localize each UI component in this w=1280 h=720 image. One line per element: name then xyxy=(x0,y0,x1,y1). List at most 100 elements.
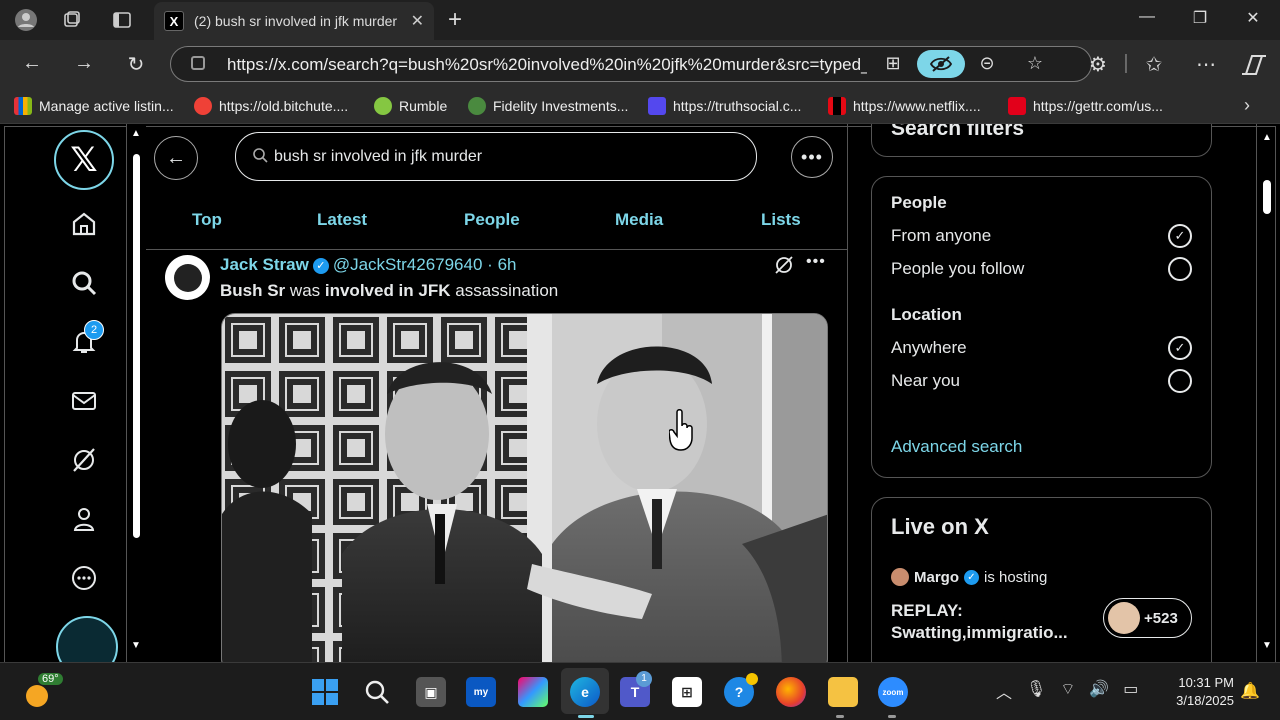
tab-active[interactable]: X (2) bush sr involved in jfk murder ✕ xyxy=(154,2,434,40)
file-explorer-icon[interactable] xyxy=(828,677,858,707)
restore-icon[interactable]: ❐ xyxy=(1185,8,1215,28)
task-view-icon[interactable]: ▣ xyxy=(416,677,446,707)
x-favicon-icon: X xyxy=(164,11,184,31)
tab-people[interactable]: People xyxy=(464,210,520,230)
extensions-icon[interactable]: ⚙ xyxy=(1084,52,1112,77)
post-button[interactable] xyxy=(56,616,118,662)
back-icon[interactable]: ← xyxy=(18,52,46,75)
settings-more-icon[interactable]: ⋯ xyxy=(1192,52,1220,77)
search-value[interactable]: bush sr involved in jfk murder xyxy=(274,148,482,166)
favorites-icon[interactable]: ✩ xyxy=(1140,52,1168,77)
messages-mail-icon[interactable] xyxy=(64,381,104,421)
tab-media[interactable]: Media xyxy=(615,210,663,230)
radio-near-you-icon[interactable] xyxy=(1168,369,1192,393)
radio-from-anyone-checked-icon[interactable]: ✓ xyxy=(1168,224,1192,248)
tab-latest[interactable]: Latest xyxy=(317,210,367,230)
wifi-icon[interactable]: ⌔ xyxy=(1060,679,1075,703)
bookmark-truthsocial[interactable]: https://truthsocial.c... xyxy=(648,97,801,115)
bookmark-ebay[interactable]: Manage active listin... xyxy=(14,97,174,115)
hand-cursor-icon xyxy=(669,409,693,451)
battery-icon[interactable]: ▭ xyxy=(1123,679,1138,703)
scroll-up-icon[interactable]: ▲ xyxy=(131,128,141,139)
chevron-right-icon[interactable]: › xyxy=(1244,95,1250,116)
microsoft-store-icon[interactable]: ⊞ xyxy=(672,677,702,707)
author-handle[interactable]: @JackStr42679640 xyxy=(333,255,483,274)
scroll-thumb[interactable] xyxy=(1263,180,1271,214)
grok-explain-icon[interactable] xyxy=(774,255,794,280)
edge-browser-icon[interactable]: e xyxy=(570,677,600,707)
post-time[interactable]: 6h xyxy=(498,255,517,274)
home-icon[interactable] xyxy=(64,204,104,244)
new-tab-icon[interactable]: + xyxy=(448,6,462,34)
copilot-icon[interactable] xyxy=(1240,52,1268,84)
live-title: Live on X xyxy=(891,514,989,539)
post-media-photo[interactable] xyxy=(221,313,828,662)
refresh-icon[interactable]: ↻ xyxy=(122,52,150,77)
minimize-icon[interactable]: — xyxy=(1132,8,1162,26)
live-listeners-pill[interactable]: +523 xyxy=(1103,598,1192,638)
bookmark-gettr[interactable]: https://gettr.com/us... xyxy=(1008,97,1163,115)
forward-icon[interactable]: → xyxy=(70,52,98,75)
favorite-star-icon[interactable]: ☆ xyxy=(1023,53,1047,74)
app-available-icon[interactable]: ⊞ xyxy=(881,53,905,74)
tab-lists[interactable]: Lists xyxy=(761,210,801,230)
scroll-down-icon[interactable]: ▼ xyxy=(131,640,141,651)
tab-top[interactable]: Top xyxy=(192,210,222,230)
grok-icon[interactable] xyxy=(64,440,104,480)
live-host-row[interactable]: Margo ✓ is hosting xyxy=(891,568,1047,586)
filter-anywhere[interactable]: Anywhere xyxy=(891,338,967,358)
copilot-app-icon[interactable] xyxy=(518,677,548,707)
volume-icon[interactable]: 🔊 xyxy=(1089,679,1109,703)
live-replay-title[interactable]: REPLAY: Swatting,immigratio... xyxy=(891,600,1091,644)
post[interactable]: Jack Straw ✓ @JackStr42679640 · 6h ••• Bus… xyxy=(146,251,848,662)
author-avatar[interactable] xyxy=(165,255,210,300)
mywifi-app-icon[interactable]: my xyxy=(466,677,496,707)
search-more-button[interactable]: ••• xyxy=(791,136,833,178)
windows-start-icon[interactable] xyxy=(310,677,340,707)
search-taskbar-icon[interactable] xyxy=(362,677,392,707)
right-scrollbar[interactable]: ▲ ▼ xyxy=(1256,124,1276,662)
profile-person-icon[interactable] xyxy=(64,499,104,539)
close-tab-icon[interactable]: ✕ xyxy=(411,11,424,31)
filter-near-you[interactable]: Near you xyxy=(891,371,960,391)
bookmark-netflix[interactable]: https://www.netflix.... xyxy=(828,97,981,115)
profile-icon[interactable] xyxy=(14,8,38,32)
radio-people-you-follow-icon[interactable] xyxy=(1168,257,1192,281)
workspaces-icon[interactable] xyxy=(60,8,84,32)
microphone-icon[interactable]: 🎙 xyxy=(1026,679,1046,703)
explore-search-icon[interactable] xyxy=(64,263,104,303)
more-options-icon[interactable] xyxy=(64,558,104,598)
bookmark-rumble[interactable]: Rumble xyxy=(374,97,447,115)
rumble-icon xyxy=(374,97,392,115)
close-window-icon[interactable]: ✕ xyxy=(1238,8,1268,28)
x-logo-icon[interactable]: 𝕏 xyxy=(54,130,114,190)
address-url[interactable]: https://x.com/search?q=bush%20sr%20invol… xyxy=(227,55,867,75)
back-arrow-button[interactable]: ← xyxy=(154,136,198,180)
scroll-up-icon[interactable]: ▲ xyxy=(1262,132,1272,143)
author-name[interactable]: Jack Straw xyxy=(220,255,309,274)
tracking-prevention-icon[interactable] xyxy=(917,50,965,78)
advanced-search-link[interactable]: Advanced search xyxy=(891,437,1022,457)
search-input[interactable]: bush sr involved in jfk murder xyxy=(235,132,757,181)
bookmark-bitchute[interactable]: https://old.bitchute.... xyxy=(194,97,348,115)
firefox-icon[interactable] xyxy=(776,677,806,707)
zoom-icon[interactable]: zoom xyxy=(878,677,908,707)
notification-center-icon[interactable]: 🔔 xyxy=(1240,681,1260,701)
bookmark-fidelity[interactable]: Fidelity Investments... xyxy=(468,97,628,115)
post-more-icon[interactable]: ••• xyxy=(806,253,826,271)
scroll-thumb[interactable] xyxy=(133,154,140,538)
filter-people-you-follow[interactable]: People you follow xyxy=(891,259,1024,279)
weather-widget[interactable]: 69° xyxy=(22,673,63,709)
scroll-down-icon[interactable]: ▼ xyxy=(1262,640,1272,651)
clock-time: 10:31 PM xyxy=(1178,675,1234,690)
clock[interactable]: 10:31 PM 3/18/2025 xyxy=(1160,674,1234,710)
tray-chevron-up-icon[interactable]: ︿ xyxy=(996,679,1012,703)
vertical-tabs-icon[interactable] xyxy=(110,8,134,32)
address-bar[interactable]: https://x.com/search?q=bush%20sr%20invol… xyxy=(170,46,1092,82)
bookmark-label: https://gettr.com/us... xyxy=(1033,98,1163,114)
reading-icon[interactable]: ⊝ xyxy=(975,53,999,74)
filter-from-anyone[interactable]: From anyone xyxy=(891,226,991,246)
radio-anywhere-checked-icon[interactable]: ✓ xyxy=(1168,336,1192,360)
left-scrollbar[interactable]: ▲ ▼ xyxy=(126,124,146,662)
lock-icon[interactable] xyxy=(191,56,205,70)
